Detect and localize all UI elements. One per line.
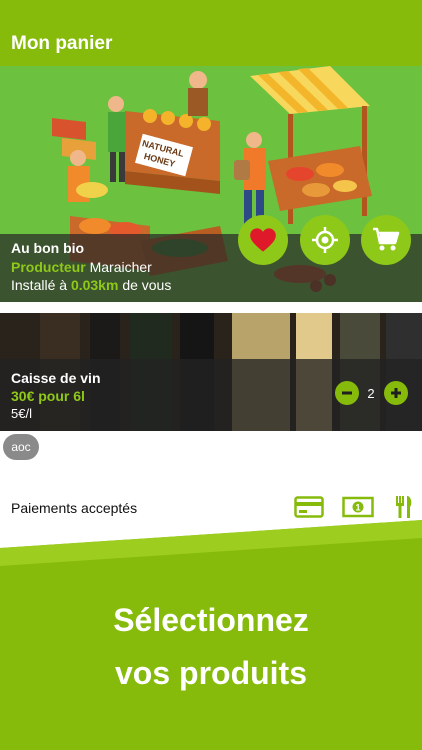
shop-name: Au bon bio — [11, 240, 85, 256]
promo-headline-line2: vos produits — [114, 655, 307, 691]
product-name: Caisse de vin — [11, 370, 101, 386]
page-title: Mon panier — [11, 33, 113, 54]
product-card[interactable]: Caisse de vin 30€ pour 6l 5€/l 2 — [0, 313, 422, 431]
shop-card[interactable]: NATURAL HONEY Au bon bio Producteur Mara… — [0, 66, 422, 302]
minus-icon — [342, 391, 352, 395]
shop-type: Producteur Maraicher — [11, 259, 152, 275]
heart-icon — [250, 228, 276, 252]
shop-type-value: Maraicher — [89, 259, 152, 275]
payments-label: Paiements acceptés — [11, 500, 138, 516]
shop-distance-value: 0.03km — [70, 277, 119, 293]
meal-voucher-icon — [396, 496, 412, 518]
shop-distance-suffix: de vous — [122, 277, 172, 293]
plus-icon — [391, 388, 401, 398]
cash-icon: 1 — [342, 496, 374, 518]
favorite-button[interactable] — [238, 215, 288, 265]
crosshair-icon — [312, 227, 338, 253]
decrease-quantity-button[interactable] — [335, 381, 359, 405]
shop-distance: Installé à 0.03km de vous — [11, 277, 171, 293]
svg-text:1: 1 — [355, 503, 360, 513]
locate-button[interactable] — [300, 215, 350, 265]
quantity-value: 2 — [367, 386, 375, 401]
card-icon — [294, 496, 324, 518]
product-offer: 30€ pour 6l — [11, 388, 85, 404]
increase-quantity-button[interactable] — [384, 381, 408, 405]
promo-headline-line1: Sélectionnez — [113, 602, 309, 638]
cart-icon — [373, 227, 400, 251]
shop-type-label: Producteur — [11, 259, 86, 275]
shop-distance-prefix: Installé à — [11, 277, 68, 293]
app-header: Mon panier — [0, 0, 422, 66]
cart-button[interactable] — [361, 215, 411, 265]
product-tag-badge: aoc — [3, 434, 39, 460]
product-unit-price: 5€/l — [11, 406, 32, 421]
